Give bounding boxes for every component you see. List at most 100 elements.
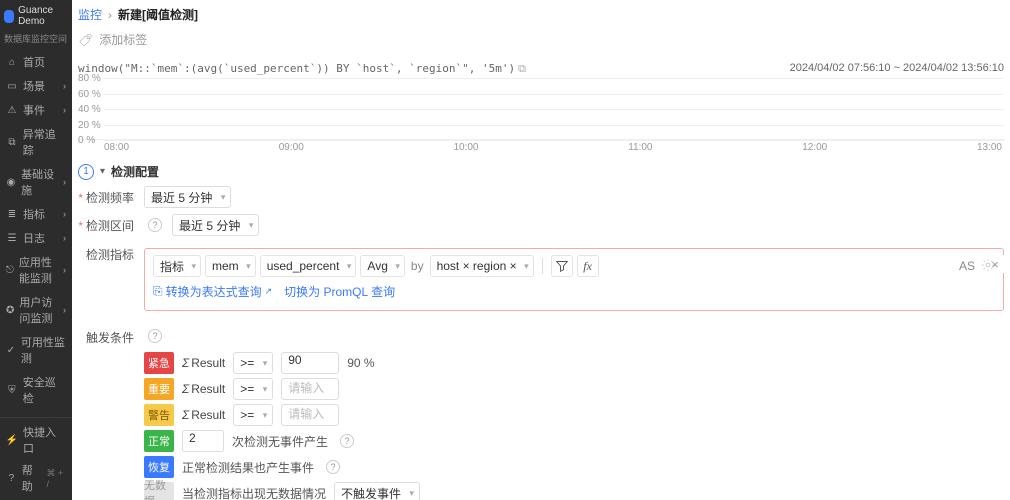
agg-select[interactable]: Avg	[360, 255, 404, 277]
nav-icon: ⛨	[6, 384, 18, 396]
nav-icon: ✪	[6, 304, 14, 316]
xtick: 13:00	[977, 142, 1002, 153]
nav-icon: ⚠	[6, 104, 18, 116]
trigger-rows: 紧急Σ Result>=9090 %重要Σ Result>=请输入警告Σ Res…	[144, 352, 1004, 500]
nav-icon: ⎋	[6, 264, 14, 276]
nav-应用性能监测[interactable]: ⎋应用性能监测›	[0, 250, 72, 290]
nav-场景[interactable]: ▭场景›	[0, 74, 72, 98]
recover-help-icon[interactable]: ?	[326, 460, 340, 474]
convert-expr-link[interactable]: ⎘ 转换为表达式查询 ↗	[153, 283, 272, 300]
breadcrumb: 监控 › 新建[阈值检测]	[78, 0, 1004, 29]
xtick: 09:00	[279, 142, 304, 153]
range-help-icon[interactable]: ?	[148, 218, 162, 232]
nav-指标[interactable]: ≣指标›	[0, 202, 72, 226]
threshold-input[interactable]: 请输入	[281, 378, 339, 400]
range-label: 检测区间	[78, 217, 134, 234]
crumb-root[interactable]: 监控	[78, 6, 102, 23]
section-1-title: 检测配置	[111, 163, 159, 180]
link-icon: ⎘	[153, 284, 163, 299]
trigger-row-orange: 重要Σ Result>=请输入	[144, 378, 1004, 400]
help-entry[interactable]: ? 帮助 ⌘ + /	[6, 462, 66, 494]
ytick: 60 %	[78, 89, 101, 100]
trigger-row-nodata: 无数据当检测指标出现无数据情况不触发事件	[144, 482, 1004, 500]
brand: Guance Demo	[0, 0, 72, 32]
filter-icon[interactable]	[551, 255, 573, 277]
groupby-select[interactable]: host × region ×	[430, 255, 534, 277]
page-title: 新建[阈值检测]	[118, 6, 198, 23]
severity-badge: 警告	[144, 404, 174, 426]
trigger-row-yellow: 警告Σ Result>=请输入	[144, 404, 1004, 426]
xtick: 12:00	[802, 142, 827, 153]
nav-可用性监测[interactable]: ✓可用性监测	[0, 330, 72, 370]
shortcut-hint: ⌘ + /	[46, 468, 66, 489]
chart-canvas: 80 %60 %40 %20 %0 %	[78, 78, 1004, 140]
nav-异常追踪[interactable]: ⧉异常追踪	[0, 122, 72, 162]
nav-icon: ✓	[6, 344, 16, 356]
nav-icon: ☰	[6, 232, 18, 244]
metric-kind-select[interactable]: 指标	[153, 255, 201, 277]
op-select[interactable]: >=	[233, 404, 273, 426]
chevron-right-icon: ›	[63, 265, 66, 275]
freq-select[interactable]: 最近 5 分钟	[144, 186, 231, 208]
help-icon: ?	[6, 472, 17, 484]
tag-placeholder[interactable]: 添加标签	[99, 31, 147, 48]
metric-label: 检测指标	[78, 242, 134, 263]
external-icon: ↗	[265, 286, 273, 297]
xtick: 11:00	[628, 142, 652, 153]
trigger-help-icon[interactable]: ?	[148, 329, 162, 343]
xtick: 10:00	[453, 142, 478, 153]
severity-badge: 正常	[144, 430, 174, 452]
threshold-input[interactable]: 90	[281, 352, 339, 374]
preview-chart: window("M::`mem`:(avg(`used_percent`)) B…	[78, 60, 1004, 153]
section-1-header[interactable]: 1 ▾ 检测配置	[78, 163, 1004, 180]
ok-help-icon[interactable]: ?	[340, 434, 354, 448]
nav-日志[interactable]: ☰日志›	[0, 226, 72, 250]
step-badge-1: 1	[78, 164, 94, 180]
trigger-row-ok: 正常2次检测无事件产生?	[144, 430, 1004, 452]
ytick: 20 %	[78, 120, 101, 131]
quick-entry[interactable]: ⚡ 快捷入口	[6, 424, 66, 456]
fx-icon[interactable]: fx	[577, 255, 599, 277]
field-select[interactable]: used_percent	[260, 255, 357, 277]
nav-事件[interactable]: ⚠事件›	[0, 98, 72, 122]
workspace-name: 数据库监控空间	[0, 32, 72, 50]
nav-基础设施[interactable]: ◉基础设施›	[0, 162, 72, 202]
tag-row: 🏷 添加标签	[78, 29, 1004, 54]
as-label[interactable]: AS	[959, 259, 975, 273]
chevron-right-icon: ›	[63, 209, 66, 219]
severity-badge: 重要	[144, 378, 174, 400]
severity-badge: 紧急	[144, 352, 174, 374]
xtick: 08:00	[104, 142, 129, 153]
nav-list: ⌂首页▭场景›⚠事件›⧉异常追踪◉基础设施›≣指标›☰日志›⎋应用性能监测›✪用…	[0, 50, 72, 417]
ytick: 80 %	[78, 73, 101, 84]
chevron-right-icon: ›	[108, 8, 112, 22]
main-content: 监控 › 新建[阈值检测] 🏷 添加标签 window("M::`mem`:(a…	[72, 0, 1010, 500]
nav-安全巡检[interactable]: ⛨安全巡检	[0, 370, 72, 410]
copy-icon[interactable]: ⧉	[518, 63, 526, 75]
nav-icon: ◉	[6, 176, 16, 188]
chevron-right-icon: ›	[63, 81, 66, 91]
threshold-input[interactable]: 请输入	[281, 404, 339, 426]
op-select[interactable]: >=	[233, 352, 273, 374]
switch-promql-link[interactable]: 切换为 PromQL 查询	[284, 283, 395, 300]
brand-logo-icon	[4, 10, 14, 23]
ytick: 40 %	[78, 104, 101, 115]
measurement-select[interactable]: mem	[205, 255, 256, 277]
tag-icon: 🏷	[79, 32, 93, 47]
nav-用户访问监测[interactable]: ✪用户访问监测›	[0, 290, 72, 330]
nav-CI 可视化[interactable]: CICI 可视化›	[0, 410, 72, 417]
nav-icon: ⧉	[6, 136, 18, 148]
range-select[interactable]: 最近 5 分钟	[172, 214, 259, 236]
nav-首页[interactable]: ⌂首页	[0, 50, 72, 74]
time-range: 2024/04/02 07:56:10 ~ 2024/04/02 13:56:1…	[790, 62, 1004, 76]
ok-count-input[interactable]: 2	[182, 430, 224, 452]
chart-xaxis: 08:00 09:00 10:00 11:00 12:00 13:00	[78, 140, 1004, 153]
severity-badge: 无数据	[144, 482, 174, 500]
nav-icon: ▭	[6, 80, 18, 92]
sidebar-footer: ⚡ 快捷入口 ? 帮助 ⌘ + /	[0, 417, 72, 500]
op-select[interactable]: >=	[233, 378, 273, 400]
nodata-action-select[interactable]: 不触发事件	[334, 482, 420, 500]
chevron-right-icon: ›	[63, 233, 66, 243]
brand-name: Guance Demo	[18, 5, 68, 27]
by-label: by	[409, 259, 426, 273]
